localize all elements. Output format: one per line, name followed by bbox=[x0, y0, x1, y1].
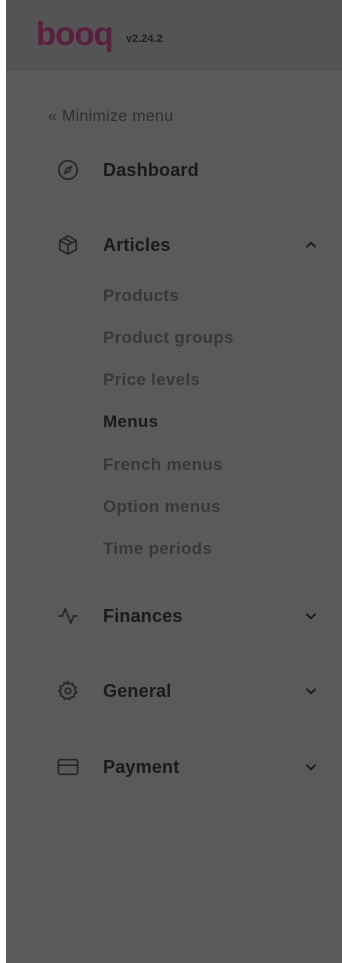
chevron-down-icon[interactable] bbox=[302, 682, 320, 700]
sub-item-products[interactable]: Products bbox=[103, 286, 179, 306]
chevron-up-icon[interactable] bbox=[302, 236, 320, 254]
nav-item-payment[interactable]: Payment bbox=[6, 747, 342, 787]
nav-item-finances[interactable]: Finances bbox=[6, 596, 342, 636]
nav-label-payment: Payment bbox=[103, 756, 180, 777]
nav-item-general[interactable]: General bbox=[6, 671, 342, 711]
sidebar-header: booq v2.24.2 bbox=[6, 0, 342, 70]
chevron-down-icon[interactable] bbox=[302, 607, 320, 625]
activity-icon bbox=[56, 604, 80, 628]
sub-item-menus[interactable]: Menus bbox=[103, 412, 158, 432]
nav-label-dashboard: Dashboard bbox=[103, 159, 199, 180]
nav-item-articles[interactable]: Articles bbox=[6, 225, 342, 265]
nav-label-finances: Finances bbox=[103, 605, 183, 626]
box-icon bbox=[56, 233, 80, 257]
sidebar: booq v2.24.2 « Minimize menu Dashboard A… bbox=[6, 0, 342, 963]
sub-item-option-menus[interactable]: Option menus bbox=[103, 497, 221, 517]
minimize-menu-button[interactable]: « Minimize menu bbox=[48, 108, 173, 126]
nav-label-general: General bbox=[103, 680, 172, 701]
credit-card-icon bbox=[56, 755, 80, 779]
nav-label-articles: Articles bbox=[103, 234, 171, 255]
nav-item-dashboard[interactable]: Dashboard bbox=[6, 150, 342, 190]
compass-icon bbox=[56, 158, 80, 182]
booq-logo[interactable]: booq bbox=[36, 17, 114, 50]
chevron-down-icon[interactable] bbox=[302, 758, 320, 776]
sub-item-time-periods[interactable]: Time periods bbox=[103, 539, 212, 559]
sub-item-french-menus[interactable]: French menus bbox=[103, 455, 223, 475]
version-label: v2.24.2 bbox=[126, 33, 163, 45]
gear-icon bbox=[56, 679, 80, 703]
sub-item-price-levels[interactable]: Price levels bbox=[103, 370, 200, 390]
sub-item-product-groups[interactable]: Product groups bbox=[103, 328, 234, 348]
